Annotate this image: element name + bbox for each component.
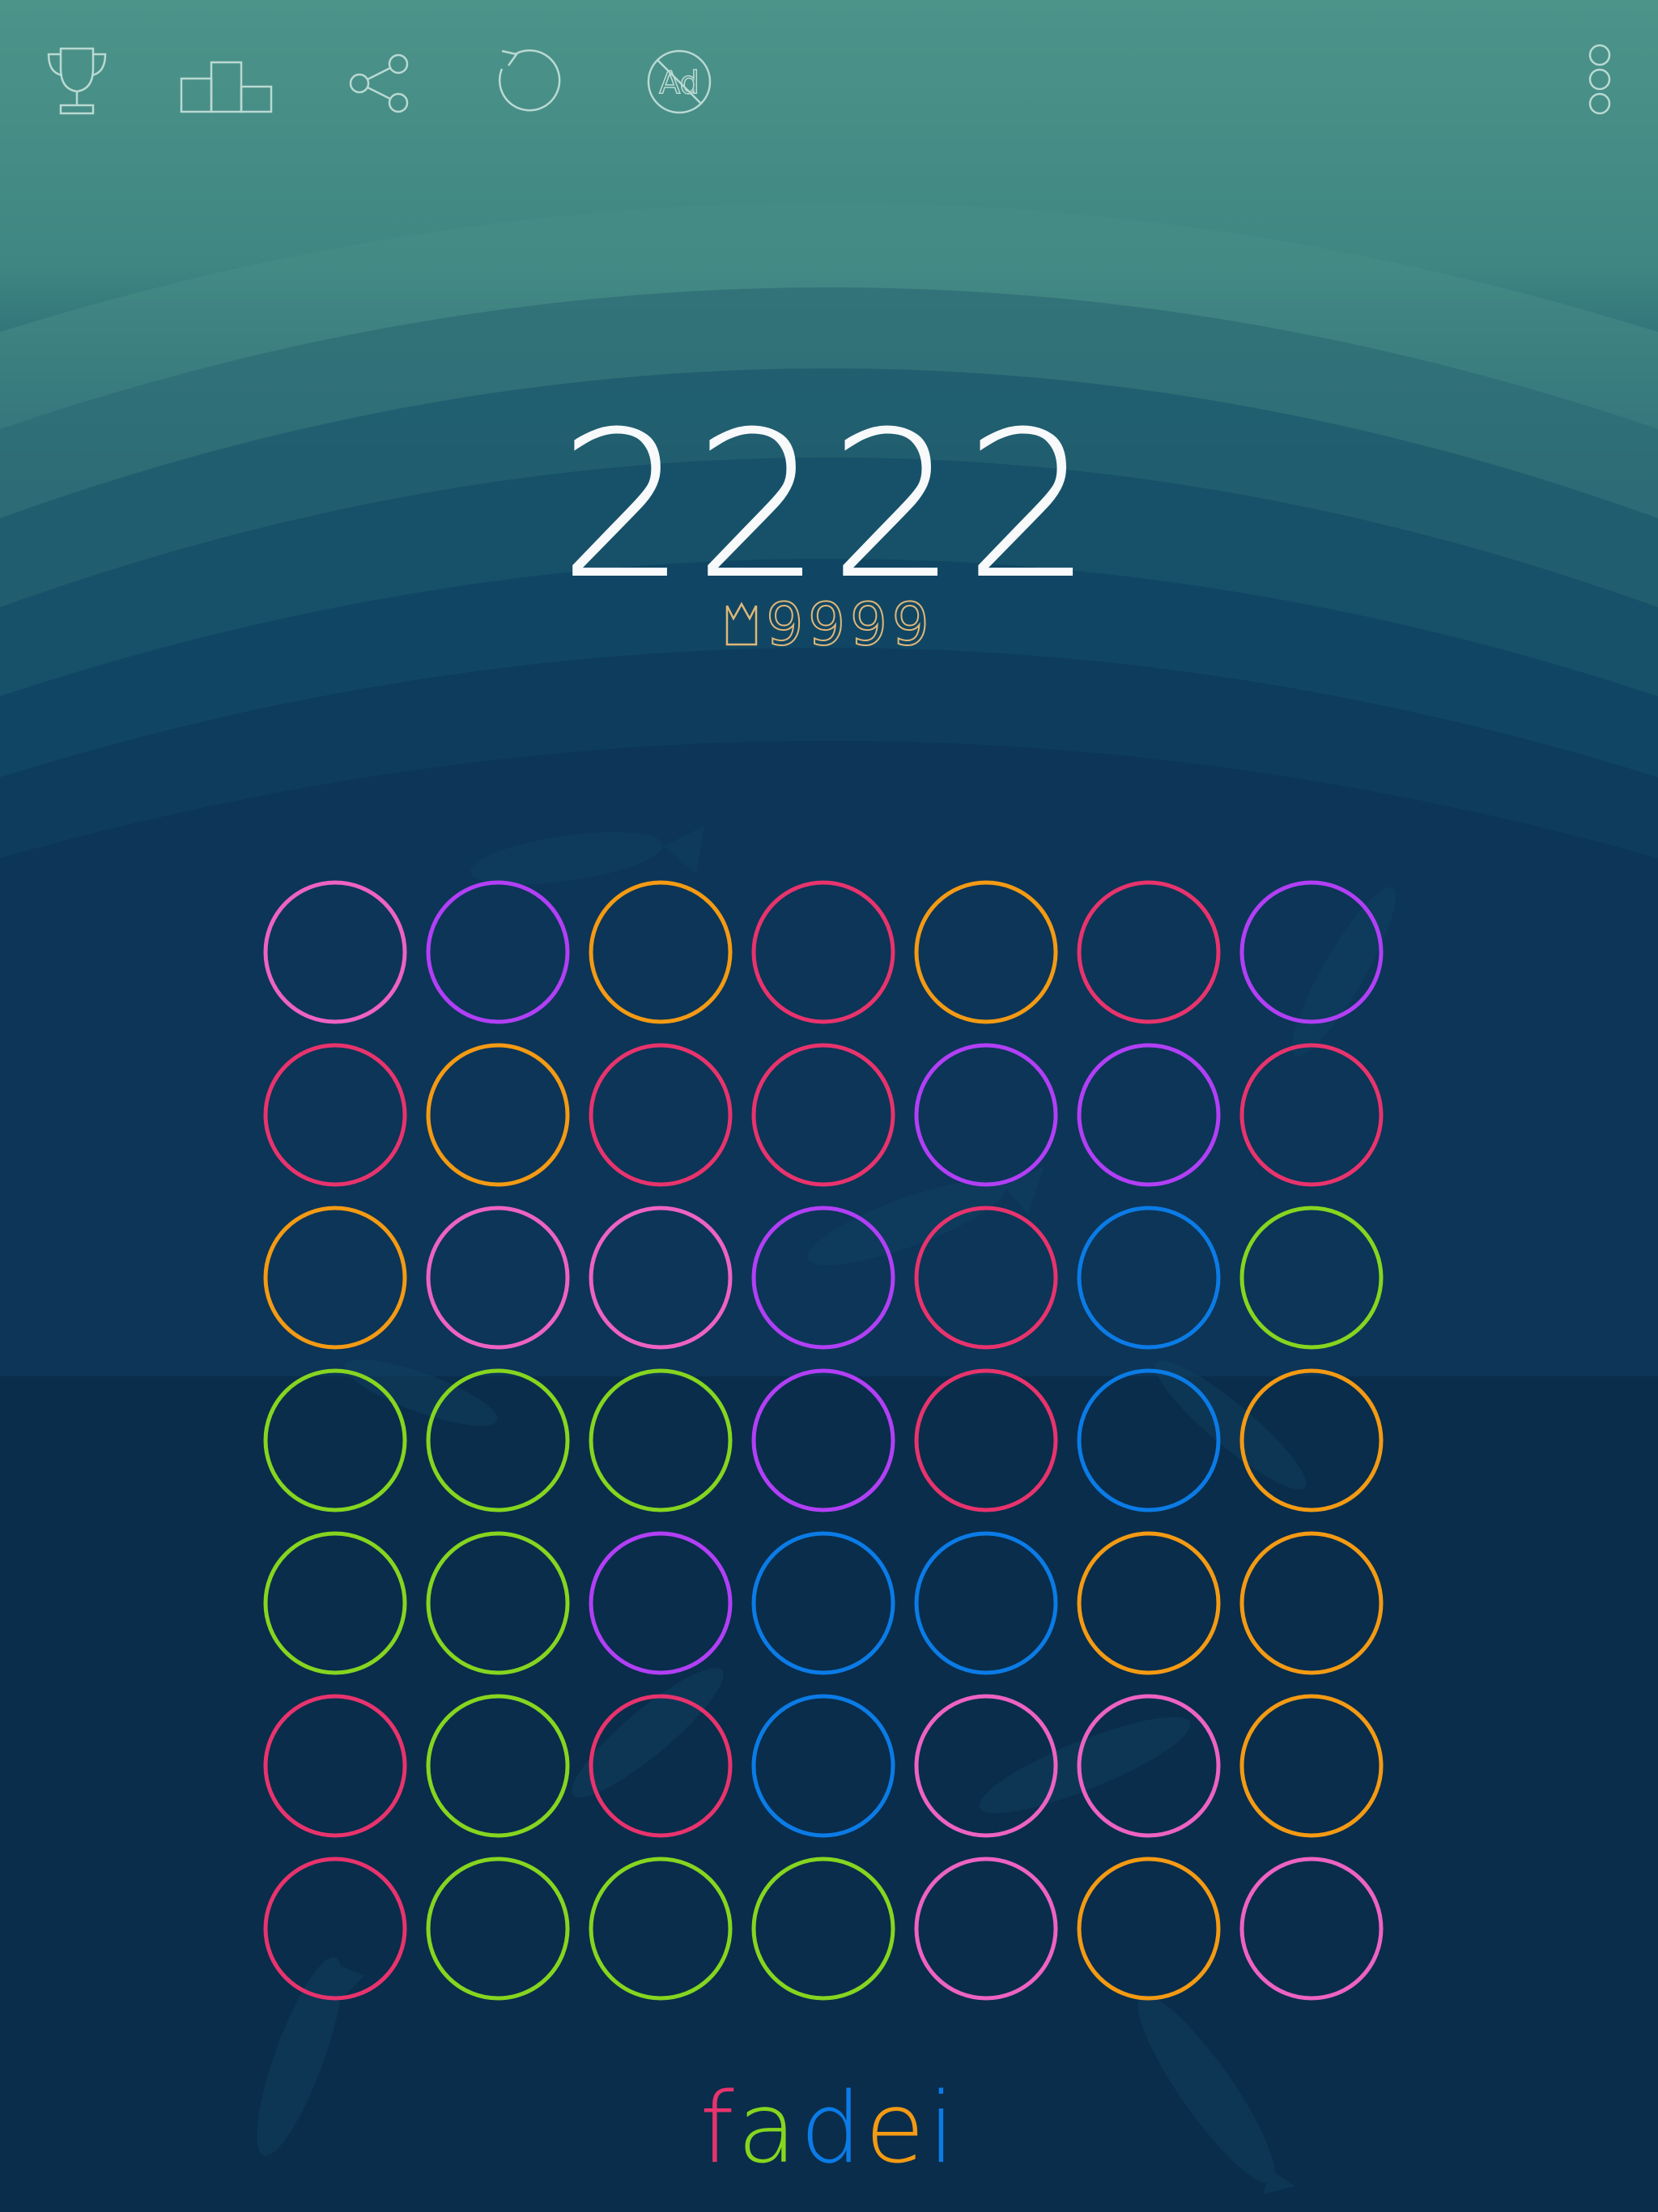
ring-red-r7-c1[interactable] <box>263 1857 407 2001</box>
ring-green-r5-c1[interactable] <box>263 1531 407 1675</box>
ring-orange-r2-c2[interactable] <box>426 1043 570 1187</box>
ring-blue-r5-c5[interactable] <box>914 1531 1058 1675</box>
ring-blue-r4-c6[interactable] <box>1077 1368 1221 1512</box>
ring-green-r7-c4[interactable] <box>751 1857 895 2001</box>
ring-orange-r5-c7[interactable] <box>1239 1531 1384 1675</box>
ring-red-r2-c7[interactable] <box>1239 1043 1384 1187</box>
ring-green-r7-c3[interactable] <box>589 1857 733 2001</box>
ring-red-r1-c4[interactable] <box>751 880 895 1024</box>
ring-blue-r5-c4[interactable] <box>751 1531 895 1675</box>
ring-orange-r6-c7[interactable] <box>1239 1694 1384 1838</box>
ring-red-r2-c4[interactable] <box>751 1043 895 1187</box>
ring-purple-r2-c6[interactable] <box>1077 1043 1221 1187</box>
ring-orange-r5-c6[interactable] <box>1077 1531 1221 1675</box>
ring-pink-r1-c1[interactable] <box>263 880 407 1024</box>
ring-purple-r4-c4[interactable] <box>751 1368 895 1512</box>
ring-pink-r6-c5[interactable] <box>914 1694 1058 1838</box>
ring-purple-r1-c2[interactable] <box>426 880 570 1024</box>
ring-pink-r7-c5[interactable] <box>914 1857 1058 2001</box>
ring-green-r6-c2[interactable] <box>426 1694 570 1838</box>
ring-red-r2-c1[interactable] <box>263 1043 407 1187</box>
ring-orange-r1-c3[interactable] <box>589 880 733 1024</box>
logo-letter-a: a <box>737 2073 801 2185</box>
ring-pink-r6-c6[interactable] <box>1077 1694 1221 1838</box>
logo-letter-i: i <box>928 2073 959 2185</box>
ring-pink-r7-c7[interactable] <box>1239 1857 1384 2001</box>
ring-green-r4-c1[interactable] <box>263 1368 407 1512</box>
ring-red-r2-c3[interactable] <box>589 1043 733 1187</box>
game-board <box>263 880 1384 2001</box>
ring-green-r4-c2[interactable] <box>426 1368 570 1512</box>
ring-pink-r3-c2[interactable] <box>426 1206 570 1350</box>
ring-orange-r4-c7[interactable] <box>1239 1368 1384 1512</box>
ring-green-r4-c3[interactable] <box>589 1368 733 1512</box>
ring-red-r4-c5[interactable] <box>914 1368 1058 1512</box>
ring-pink-r3-c3[interactable] <box>589 1206 733 1350</box>
ring-green-r5-c2[interactable] <box>426 1531 570 1675</box>
ring-red-r6-c3[interactable] <box>589 1694 733 1838</box>
logo-letter-d: d <box>800 2073 865 2185</box>
ring-green-r7-c2[interactable] <box>426 1857 570 2001</box>
logo-letter-e: e <box>865 2073 929 2185</box>
ring-blue-r6-c4[interactable] <box>751 1694 895 1838</box>
ring-orange-r7-c6[interactable] <box>1077 1857 1221 2001</box>
app-logo: fadei <box>0 2081 1658 2178</box>
ring-orange-r1-c5[interactable] <box>914 880 1058 1024</box>
ring-red-r3-c5[interactable] <box>914 1206 1058 1350</box>
ring-purple-r5-c3[interactable] <box>589 1531 733 1675</box>
ring-orange-r3-c1[interactable] <box>263 1206 407 1350</box>
logo-letter-f: f <box>699 2073 738 2185</box>
ring-purple-r3-c4[interactable] <box>751 1206 895 1350</box>
fadei-logo: fadei <box>699 2073 958 2185</box>
ring-blue-r3-c6[interactable] <box>1077 1206 1221 1350</box>
ring-red-r1-c6[interactable] <box>1077 880 1221 1024</box>
ring-red-r6-c1[interactable] <box>263 1694 407 1838</box>
ring-purple-r1-c7[interactable] <box>1239 880 1384 1024</box>
ring-green-r3-c7[interactable] <box>1239 1206 1384 1350</box>
ring-purple-r2-c5[interactable] <box>914 1043 1058 1187</box>
